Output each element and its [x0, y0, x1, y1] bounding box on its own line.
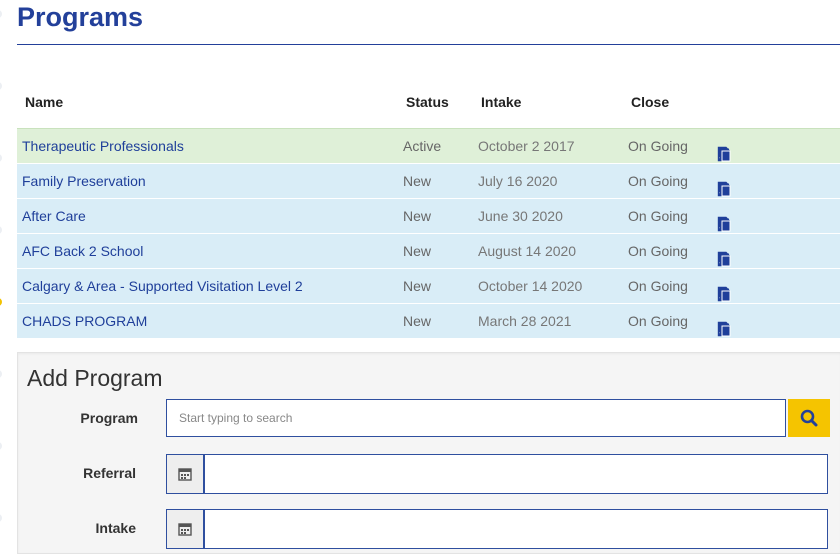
header-name[interactable]: Name — [25, 94, 63, 110]
gutter-marker — [0, 442, 2, 450]
program-intake-date: August 14 2020 — [478, 243, 577, 259]
program-search-button[interactable] — [788, 399, 830, 437]
program-status: New — [403, 173, 432, 189]
program-name-link[interactable]: AFC Back 2 School — [22, 243, 143, 259]
table-row: Calgary & Area - Supported Visitation Le… — [17, 269, 840, 304]
program-close-date: On Going — [628, 173, 688, 189]
referral-date-input[interactable] — [204, 454, 828, 494]
page-title: Programs — [17, 2, 144, 32]
copy-icon[interactable] — [717, 146, 731, 162]
gutter-marker — [0, 82, 2, 90]
table-row: CHADS PROGRAM New March 28 2021 On Going — [17, 304, 840, 339]
referral-label: Referral — [83, 465, 136, 481]
program-search-input[interactable]: Start typing to search — [166, 399, 786, 437]
program-status: New — [403, 208, 432, 224]
referral-calendar-addon[interactable] — [166, 454, 204, 494]
program-intake-date: March 28 2021 — [478, 313, 572, 329]
search-icon — [800, 409, 818, 427]
calendar-icon — [178, 468, 192, 481]
gutter-marker — [0, 514, 2, 522]
copy-icon[interactable] — [717, 321, 731, 337]
program-close-date: On Going — [628, 243, 688, 259]
program-name-link[interactable]: Therapeutic Professionals — [22, 138, 184, 154]
program-close-date: On Going — [628, 313, 688, 329]
program-status: Active — [403, 138, 442, 154]
copy-icon[interactable] — [717, 181, 731, 197]
program-intake-date: October 2 2017 — [478, 138, 575, 154]
gutter-marker — [0, 226, 2, 234]
copy-icon[interactable] — [717, 286, 731, 302]
intake-calendar-addon[interactable] — [166, 509, 204, 549]
gutter-marker — [0, 370, 2, 378]
header-intake[interactable]: Intake — [481, 94, 521, 110]
program-label: Program — [80, 410, 138, 426]
table-row: After Care New June 30 2020 On Going — [17, 199, 840, 234]
header-status[interactable]: Status — [406, 94, 449, 110]
intake-date-input[interactable] — [204, 509, 828, 549]
program-intake-date: October 14 2020 — [478, 278, 583, 294]
program-close-date: On Going — [628, 138, 688, 154]
program-status: New — [403, 243, 432, 259]
program-name-link[interactable]: Family Preservation — [22, 173, 146, 189]
program-intake-date: July 16 2020 — [478, 173, 558, 189]
program-name-link[interactable]: CHADS PROGRAM — [22, 313, 147, 329]
program-intake-date: June 30 2020 — [478, 208, 563, 224]
table-header: Name Status Intake Close — [17, 84, 840, 128]
program-name-link[interactable]: Calgary & Area - Supported Visitation Le… — [22, 278, 303, 294]
add-program-title: Add Program — [27, 365, 163, 391]
gutter-marker-active — [0, 298, 2, 306]
table-row: Therapeutic Professionals Active October 2… — [17, 128, 840, 164]
program-search-placeholder: Start typing to search — [179, 411, 293, 425]
table-row: Family Preservation New July 16 2020 On Goi… — [17, 164, 840, 199]
title-divider — [17, 44, 840, 45]
gutter-marker — [0, 154, 2, 162]
copy-icon[interactable] — [717, 216, 731, 232]
intake-label: Intake — [95, 520, 136, 536]
table-row: AFC Back 2 School New August 14 2020 On Goi… — [17, 234, 840, 269]
program-status: New — [403, 313, 432, 329]
add-program-panel: Add Program Program Start typing to sear… — [17, 352, 840, 554]
copy-icon[interactable] — [717, 251, 731, 267]
calendar-icon — [178, 523, 192, 536]
program-name-link[interactable]: After Care — [22, 208, 86, 224]
program-close-date: On Going — [628, 278, 688, 294]
programs-table: Name Status Intake Close Therapeutic Pro… — [17, 84, 840, 339]
gutter-marker — [0, 10, 2, 18]
program-status: New — [403, 278, 432, 294]
header-close[interactable]: Close — [631, 94, 669, 110]
program-close-date: On Going — [628, 208, 688, 224]
